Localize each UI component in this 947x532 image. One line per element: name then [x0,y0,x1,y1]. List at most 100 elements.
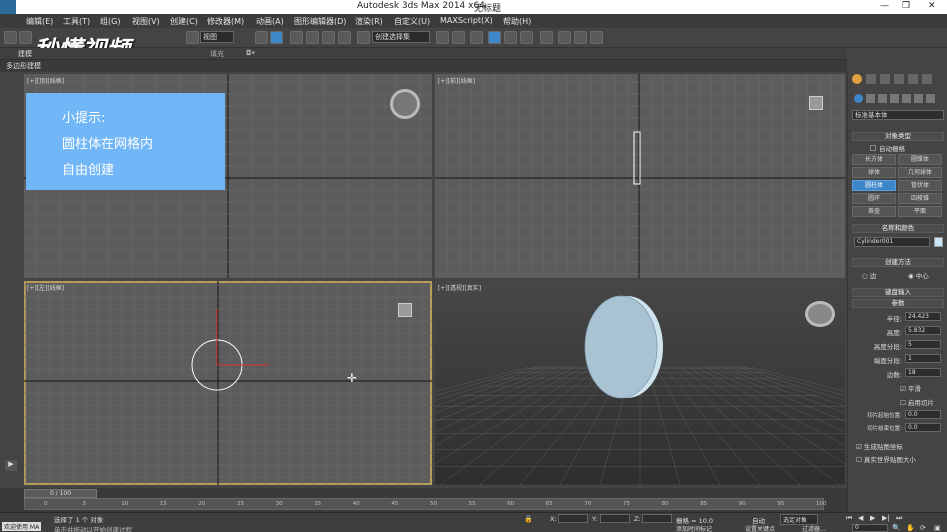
shapes-icon[interactable] [866,94,875,103]
real-world-checkbox[interactable]: ☐ 真实世界贴图大小 [856,454,947,464]
align-icon[interactable] [452,31,465,44]
add-time-tag[interactable]: 添加时间标记 [676,524,712,532]
cylinder-cap[interactable] [584,295,658,399]
cap-segs-spinner[interactable]: 1 [905,354,941,363]
schematic-icon[interactable] [520,31,533,44]
helpers-icon[interactable] [902,94,911,103]
render-setup-icon[interactable] [558,31,571,44]
go-end-icon[interactable]: ⏭ [896,514,902,523]
minimize-icon[interactable]: — [880,1,889,11]
go-start-icon[interactable]: ⏮ [846,514,852,523]
pyramid-button[interactable]: 四棱锥 [898,193,942,204]
viewport-left[interactable]: ✛ [+][左][线框] [24,281,432,485]
modify-tab-icon[interactable] [866,74,876,84]
create-tab-icon[interactable] [852,74,862,84]
hierarchy-tab-icon[interactable] [880,74,890,84]
method-center-radio[interactable]: ◉ 中心 [908,270,944,280]
geosphere-button[interactable]: 几何球体 [898,167,942,178]
ribbon-toggle-icon[interactable] [488,31,501,44]
menu-customize[interactable]: 自定义(U) [394,16,430,27]
unlink-icon[interactable] [19,31,32,44]
autogrid-checkbox[interactable]: 自动栅格 [870,143,947,153]
move-icon[interactable] [255,31,268,44]
prev-frame-icon[interactable]: ◀ [858,514,863,522]
menu-help[interactable]: 帮助(H) [503,16,531,27]
ribbon-tab-modeling[interactable]: 建模 [18,49,32,59]
name-color-header[interactable]: 名称和颜色 [852,224,944,233]
angle-snap-icon[interactable] [322,31,335,44]
slice-to-spinner[interactable]: 0.0 [905,423,941,432]
play-viewport-icon[interactable]: ▶ [5,460,17,471]
slice-from-spinner[interactable]: 0.0 [905,410,941,419]
smooth-checkbox[interactable]: ☑ 平滑 [900,383,940,393]
menu-tools[interactable]: 工具(T) [63,16,90,27]
motion-tab-icon[interactable] [894,74,904,84]
height-spinner[interactable]: 5.832 [905,326,941,335]
cameras-icon[interactable] [890,94,899,103]
viewport-left-label[interactable]: [+][左][线框] [27,283,64,292]
creation-method-header[interactable]: 创建方法 [852,258,944,267]
time-slider[interactable]: 0 / 100 [24,489,97,498]
viewport-front-label[interactable]: [+][前][线框] [438,76,475,85]
app-logo-icon[interactable] [0,0,16,14]
menu-animation[interactable]: 动画(A) [256,16,284,27]
layer-icon[interactable] [470,31,483,44]
object-name-field[interactable]: Cylinder001 [854,237,930,247]
menu-rendering[interactable]: 渲染(R) [355,16,383,27]
current-frame-field[interactable]: 0 [852,524,888,532]
sides-spinner[interactable]: 18 [905,368,941,377]
cylinder-button[interactable]: 圆柱体 [852,180,896,191]
menu-edit[interactable]: 编辑(E) [26,16,53,27]
radius-spinner[interactable]: 24.423 [905,312,941,321]
named-selection-combo[interactable]: 创建选择集 [372,31,430,43]
y-coord-field[interactable] [600,514,630,523]
menu-modifiers[interactable]: 修改器(M) [207,16,244,27]
cone-button[interactable]: 圆锥体 [898,154,942,165]
teapot-button[interactable]: 茶壶 [852,206,896,217]
viewcube-icon[interactable] [398,303,412,317]
zoom-icon[interactable]: 🔍 [892,524,901,532]
next-frame-icon[interactable]: ▶| [882,514,890,522]
select-icon[interactable] [186,31,199,44]
menu-maxscript[interactable]: MAXScript(X) [440,16,493,25]
play-icon[interactable]: ▶ [870,514,875,522]
menu-create[interactable]: 创建(C) [170,16,198,27]
viewcube-icon[interactable] [809,96,823,110]
reference-coord-combo[interactable]: 视图 [200,31,234,43]
scale-icon[interactable] [290,31,303,44]
viewport-persp-label[interactable]: [+][透视][真实] [438,283,481,292]
ribbon-tab-fill[interactable]: 填充 [210,49,224,59]
pan-icon[interactable]: ✋ [906,524,915,532]
set-key-button[interactable]: 设置关键点 [745,524,775,532]
tube-button[interactable]: 管状体 [898,180,942,191]
viewport-top-label[interactable]: [+][顶][线框] [27,76,64,85]
material-editor-icon[interactable] [540,31,553,44]
restore-icon[interactable]: ❐ [902,1,910,11]
systems-icon[interactable] [926,94,935,103]
box-button[interactable]: 长方体 [852,154,896,165]
keyboard-entry-header[interactable]: 键盘输入 [852,288,944,297]
parameters-header[interactable]: 参数 [852,299,944,308]
geometry-icon[interactable] [854,94,863,103]
sphere-button[interactable]: 球体 [852,167,896,178]
key-filters-button[interactable]: 过滤器... [802,524,826,532]
category-dropdown[interactable]: 标准基本体 [852,110,944,120]
link-icon[interactable] [4,31,17,44]
ribbon-options-icon[interactable]: ◘▾ [246,49,255,57]
object-type-header[interactable]: 对象类型 [852,132,944,141]
orbit-icon[interactable]: ⟳ [920,524,926,532]
close-icon[interactable]: ✕ [928,1,936,11]
menu-views[interactable]: 视图(V) [132,16,160,27]
viewport-perspective[interactable]: [+][透视][真实] [435,281,845,485]
z-coord-field[interactable] [642,514,672,523]
menu-graph-editors[interactable]: 图形编辑器(D) [294,16,346,27]
slice-on-checkbox[interactable]: ☐ 启用切片 [900,397,944,407]
viewport-front[interactable]: [+][前][线框] [435,74,845,278]
ribbon-panel-label[interactable]: 多边形建模 [6,61,41,71]
snap-icon[interactable] [306,31,319,44]
x-coord-field[interactable] [558,514,588,523]
maximize-viewport-icon[interactable]: ▣ [934,524,941,532]
lock-icon[interactable]: 🔒 [524,515,533,523]
gen-map-checkbox[interactable]: ☑ 生成贴图坐标 [856,441,947,451]
percent-snap-icon[interactable] [338,31,351,44]
